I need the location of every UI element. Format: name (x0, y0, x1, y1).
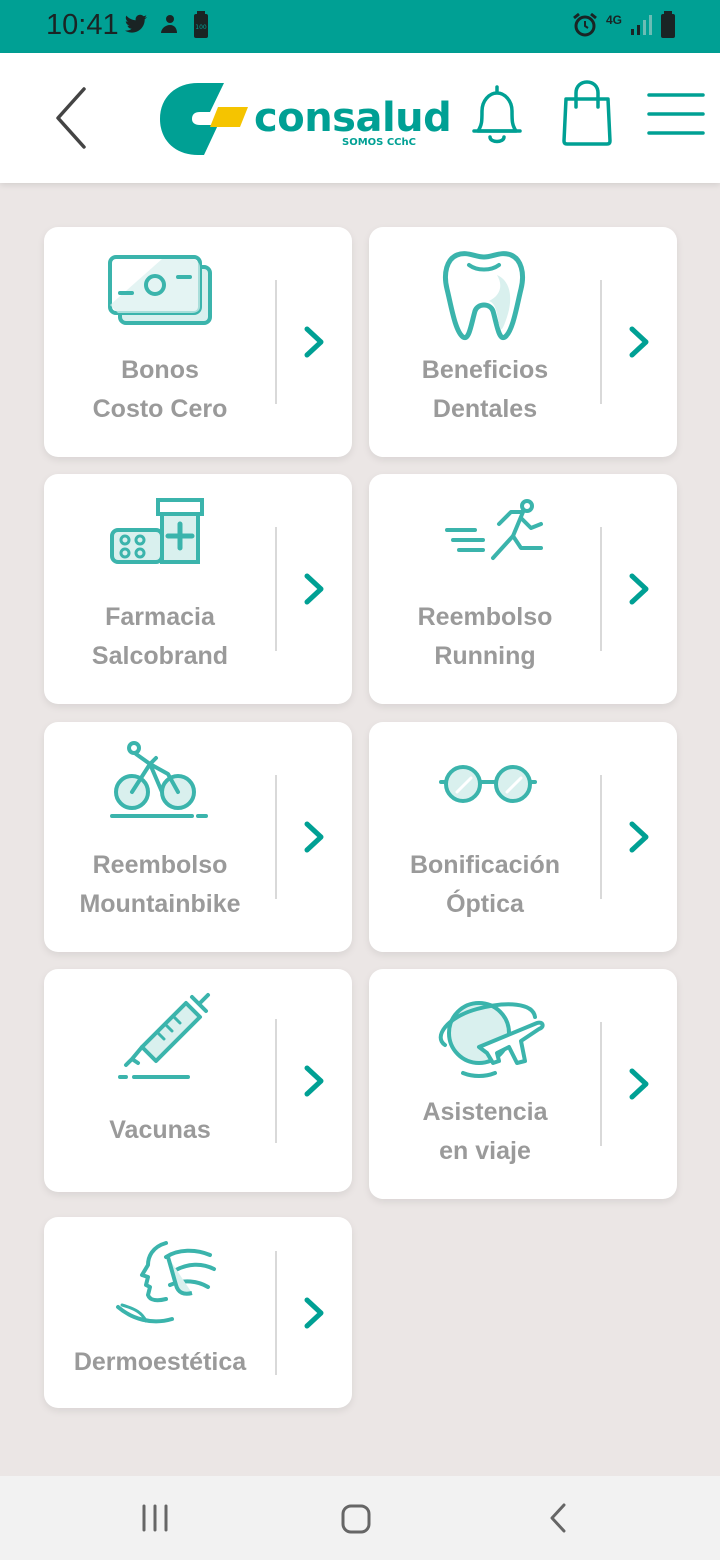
benefit-card-subtitle: en viaje (439, 1137, 531, 1165)
chevron-right-icon[interactable] (300, 1295, 328, 1331)
back-icon[interactable] (546, 1502, 570, 1534)
face-care-icon (92, 1235, 226, 1335)
benefit-card-title: Farmacia (105, 603, 215, 631)
glasses-icon (417, 740, 551, 840)
money-icon (92, 245, 226, 345)
benefit-card[interactable]: Reembolso Running (369, 474, 677, 704)
benefit-card[interactable]: Vacunas (44, 969, 352, 1192)
benefit-card-title: Beneficios (421, 356, 549, 384)
benefit-card-subtitle: Mountainbike (79, 890, 241, 918)
benefit-card-subtitle: Dentales (432, 395, 538, 423)
notification-icon (161, 15, 177, 33)
back-arrow-icon[interactable] (50, 83, 94, 153)
benefit-card-title: Bonificación (409, 851, 560, 879)
benefit-card-title: Reembolso (92, 851, 228, 879)
card-divider (600, 775, 602, 899)
benefit-card[interactable]: Bonificación Óptica (369, 722, 677, 952)
svg-text:100: 100 (195, 24, 207, 31)
chevron-right-icon[interactable] (300, 571, 328, 607)
home-icon[interactable] (340, 1503, 372, 1535)
benefit-card[interactable]: Reembolso Mountainbike (44, 722, 352, 952)
pharmacy-icon (92, 492, 226, 592)
system-nav-bar (0, 1476, 720, 1560)
status-bar: 10:41 100 4G (0, 0, 720, 53)
tooth-icon (417, 245, 551, 345)
syringe-icon (92, 987, 226, 1087)
chevron-right-icon[interactable] (625, 324, 653, 360)
chevron-right-icon[interactable] (300, 324, 328, 360)
benefit-card-subtitle: Salcobrand (91, 642, 229, 670)
signal-icon (631, 15, 652, 35)
benefit-card[interactable]: Beneficios Dentales (369, 227, 677, 457)
brand-name: consalud (254, 95, 452, 141)
benefit-card-subtitle: Costo Cero (92, 395, 228, 423)
benefit-card-title: Reembolso (417, 603, 553, 631)
menu-icon[interactable] (646, 91, 706, 137)
battery-saver-icon: 100 (194, 11, 208, 38)
brand-tagline: SOMOS CChC (342, 137, 416, 148)
chevron-right-icon[interactable] (625, 819, 653, 855)
chevron-right-icon[interactable] (625, 571, 653, 607)
chevron-right-icon[interactable] (625, 1066, 653, 1102)
benefit-card-title: Vacunas (109, 1116, 211, 1144)
benefit-card[interactable]: Bonos Costo Cero (44, 227, 352, 457)
benefit-card-subtitle: Óptica (446, 890, 524, 918)
card-divider (275, 775, 277, 899)
benefit-card[interactable]: Dermoestética (44, 1217, 352, 1408)
chevron-right-icon[interactable] (300, 1063, 328, 1099)
twitter-icon (125, 14, 147, 33)
card-divider (275, 527, 277, 651)
status-time: 10:41 (46, 9, 119, 41)
benefit-card-title: Asistencia (422, 1098, 548, 1126)
card-divider (275, 1250, 277, 1375)
bell-icon[interactable] (468, 83, 526, 147)
network-type: 4G (606, 13, 623, 27)
bike-icon (92, 740, 226, 840)
benefit-card-title: Dermoestética (73, 1348, 247, 1376)
recent-apps-icon[interactable] (140, 1502, 170, 1534)
chevron-right-icon[interactable] (300, 819, 328, 855)
benefit-card-title: Bonos (121, 356, 199, 384)
card-divider (600, 527, 602, 651)
alarm-icon (573, 12, 597, 37)
card-divider (275, 280, 277, 404)
benefit-card[interactable]: Asistencia en viaje (369, 969, 677, 1199)
card-divider (275, 1018, 277, 1143)
card-divider (600, 1022, 602, 1146)
runner-icon (417, 492, 551, 592)
logo-mark-icon (160, 83, 248, 155)
benefit-card-subtitle: Running (434, 642, 536, 670)
app-header: consalud SOMOS CChC (0, 53, 720, 183)
travel-icon (417, 987, 551, 1087)
battery-icon (661, 11, 675, 38)
shopping-bag-icon[interactable] (558, 79, 616, 147)
card-divider (600, 280, 602, 404)
consalud-logo[interactable]: consalud SOMOS CChC (158, 79, 452, 157)
benefit-card[interactable]: Farmacia Salcobrand (44, 474, 352, 704)
